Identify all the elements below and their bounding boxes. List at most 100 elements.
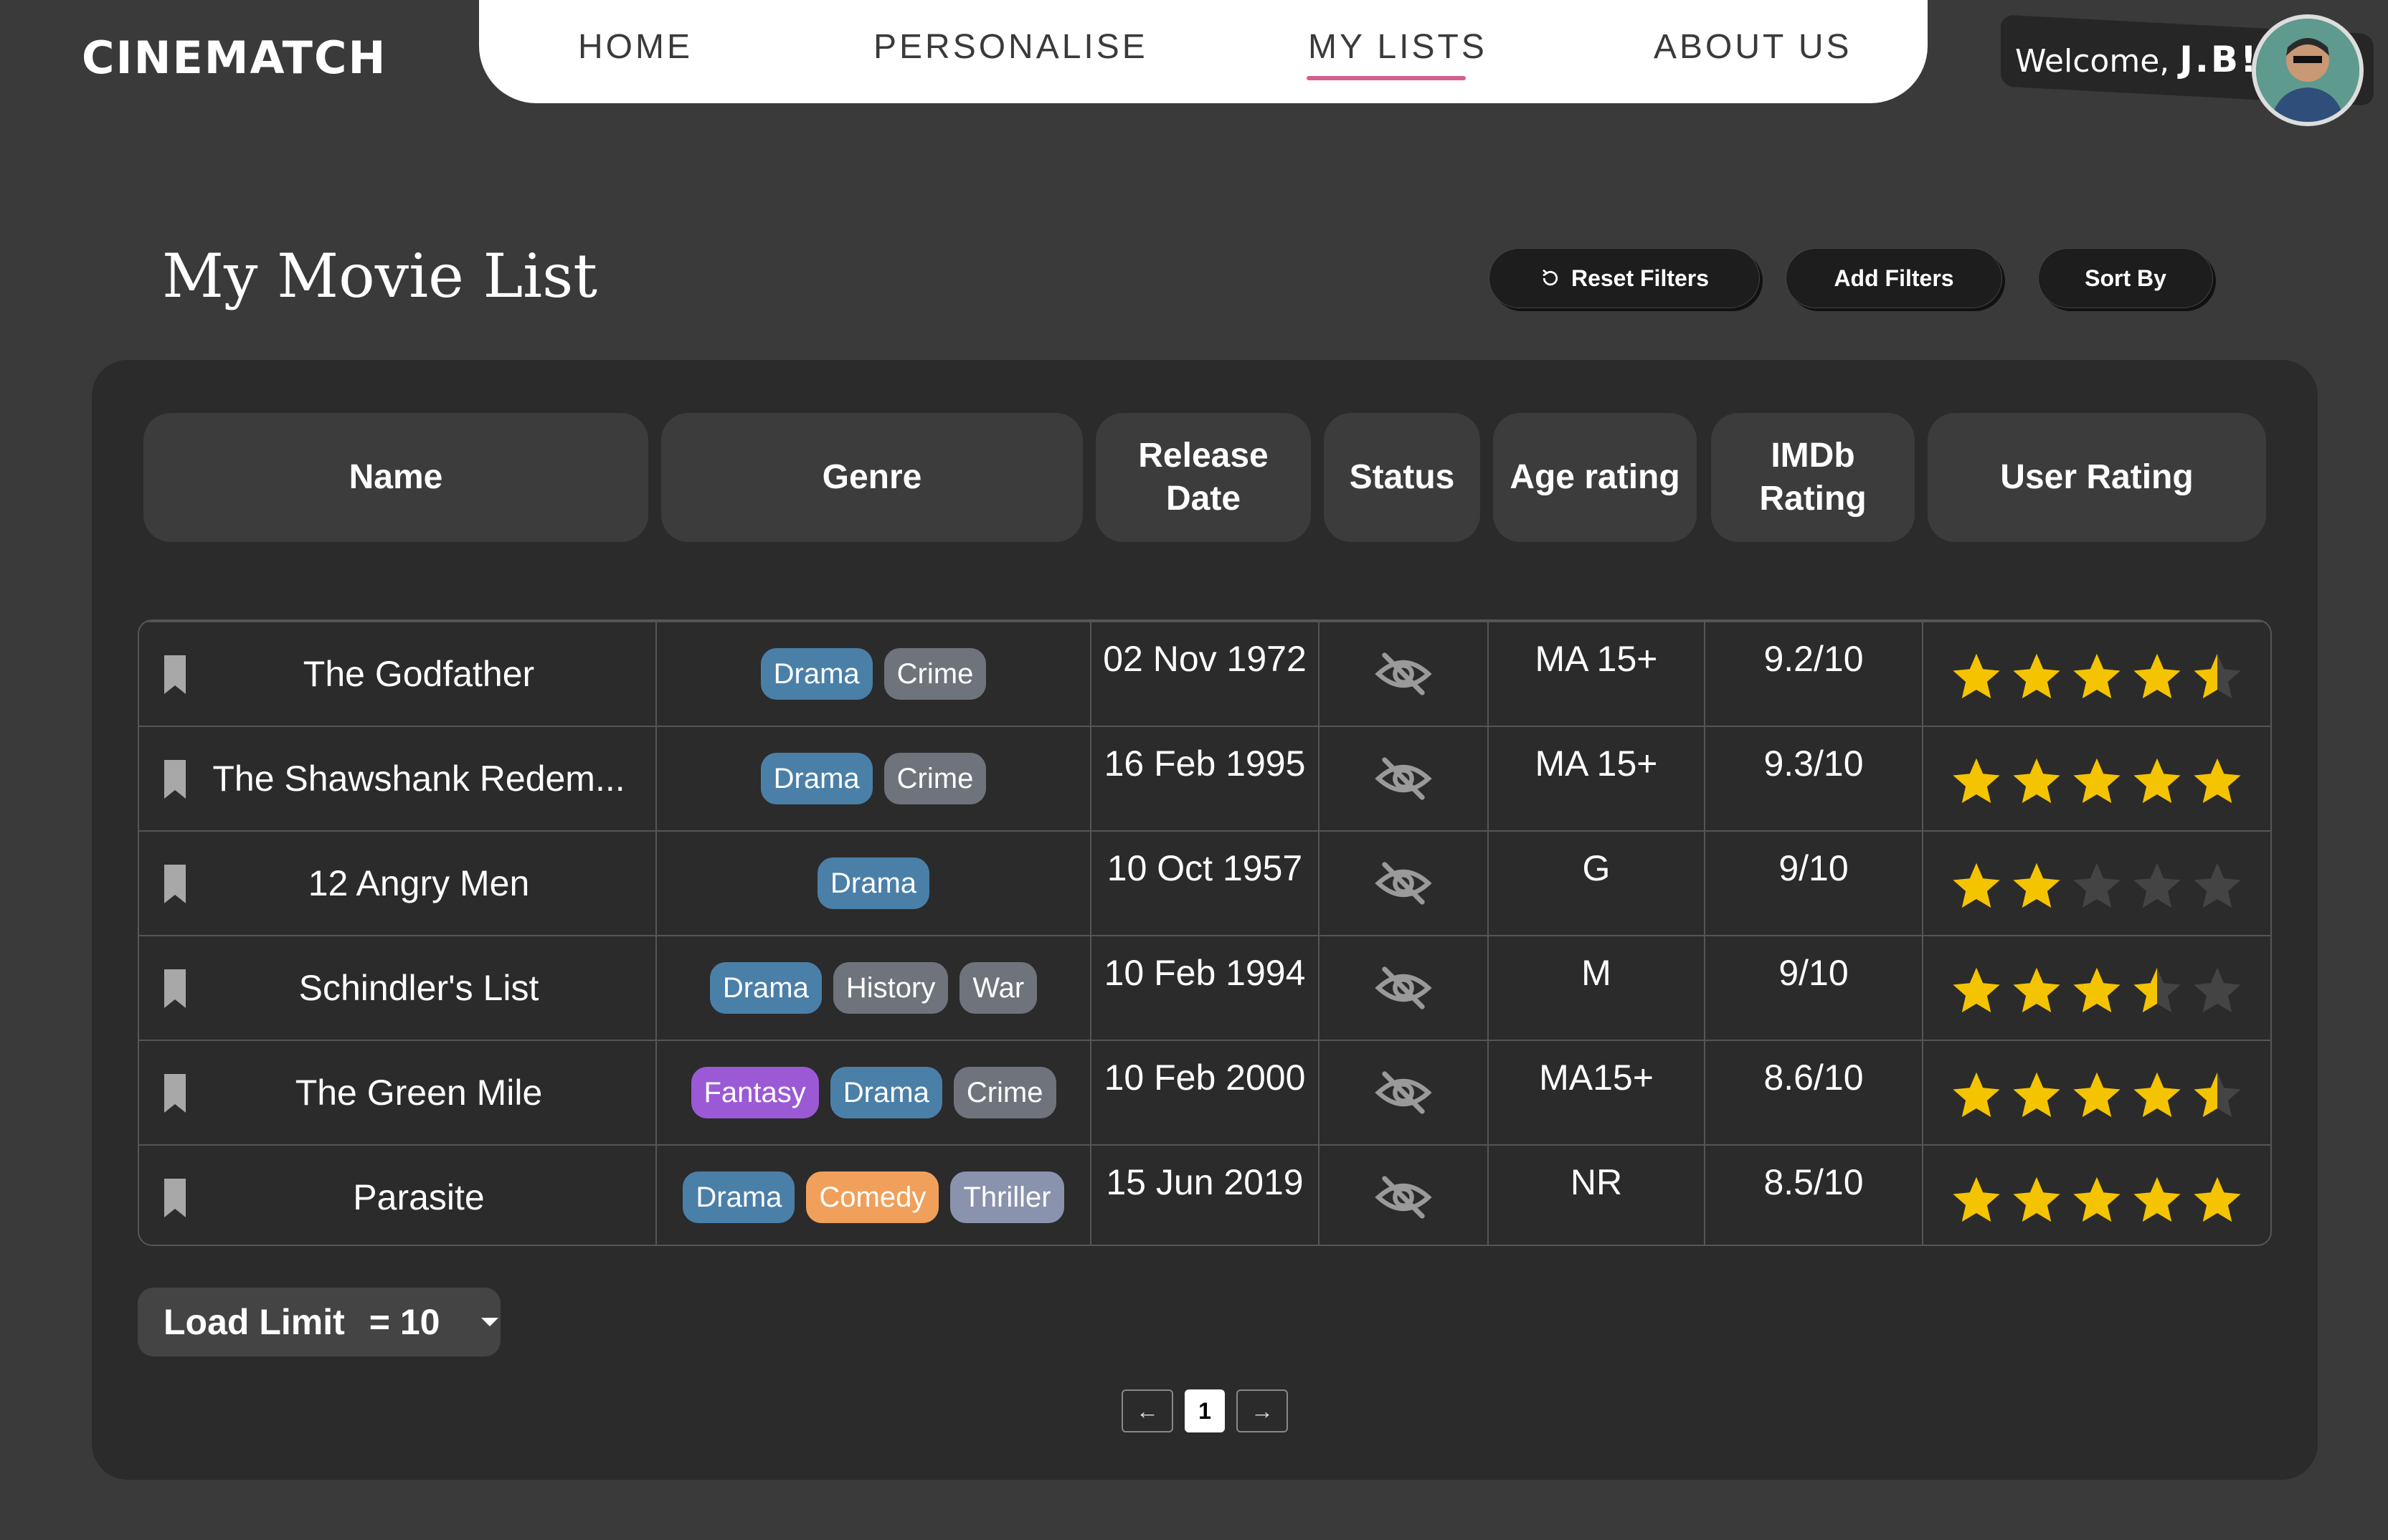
- genre-tag[interactable]: Drama: [709, 962, 822, 1014]
- column-header-name[interactable]: Name: [143, 413, 648, 542]
- star-icon[interactable]: [2130, 650, 2184, 704]
- star-icon[interactable]: [2190, 1173, 2245, 1227]
- nav-home[interactable]: HOME: [578, 27, 693, 67]
- star-icon[interactable]: [1949, 754, 2004, 809]
- movie-name[interactable]: The Shawshank Redem...: [169, 758, 625, 799]
- star-icon[interactable]: [2009, 1068, 2064, 1123]
- bookmark-icon[interactable]: [162, 1074, 188, 1113]
- star-icon[interactable]: [2009, 1173, 2064, 1227]
- star-icon[interactable]: [1949, 964, 2004, 1018]
- nav-about-us[interactable]: ABOUT US: [1654, 27, 1852, 67]
- table-row[interactable]: The Shawshank Redem... Drama Crime 16 Feb 1…: [139, 726, 2270, 830]
- load-limit-dropdown[interactable]: Load Limit = 10: [138, 1288, 501, 1356]
- star-icon[interactable]: [2130, 859, 2184, 913]
- cell-stars: [1923, 1146, 2270, 1245]
- star-icon[interactable]: [1949, 1068, 2004, 1123]
- genre-tag[interactable]: Thriller: [950, 1171, 1064, 1223]
- star-icon[interactable]: [2070, 1068, 2124, 1123]
- star-icon[interactable]: [2190, 754, 2245, 809]
- bookmark-icon[interactable]: [162, 760, 188, 799]
- genre-tag[interactable]: War: [960, 962, 1038, 1014]
- column-header-genre[interactable]: Genre: [661, 413, 1083, 542]
- star-icon[interactable]: [2130, 754, 2184, 809]
- star-icon[interactable]: [2009, 754, 2064, 809]
- load-limit-value: = 10: [369, 1302, 440, 1342]
- bookmark-icon[interactable]: [162, 969, 188, 1008]
- reset-icon: [1543, 269, 1558, 286]
- column-header-release-date[interactable]: Release Date: [1096, 413, 1311, 542]
- genre-tag[interactable]: Crime: [953, 1067, 1056, 1118]
- eye-off-icon[interactable]: [1373, 651, 1434, 697]
- add-filters-button[interactable]: Add Filters: [1786, 248, 2002, 308]
- star-icon[interactable]: [2009, 650, 2064, 704]
- avatar[interactable]: [2252, 14, 2364, 126]
- bookmark-icon[interactable]: [162, 655, 188, 694]
- cell-date: 10 Feb 1994: [1091, 936, 1318, 1040]
- pagination-prev-button[interactable]: ←: [1122, 1389, 1173, 1432]
- eye-off-icon[interactable]: [1373, 965, 1434, 1011]
- sort-by-button[interactable]: Sort By: [2038, 248, 2213, 308]
- star-icon[interactable]: [2190, 964, 2245, 1018]
- star-icon[interactable]: [1949, 859, 2004, 913]
- column-header-status[interactable]: Status: [1324, 413, 1480, 542]
- movie-name[interactable]: Parasite: [310, 1177, 484, 1218]
- genre-tag[interactable]: Drama: [760, 753, 873, 804]
- movie-name[interactable]: 12 Angry Men: [265, 862, 530, 904]
- cell-age: MA15+: [1489, 1041, 1704, 1144]
- star-icon[interactable]: [2190, 650, 2245, 704]
- movie-name[interactable]: The Green Mile: [252, 1072, 543, 1113]
- table-row[interactable]: 12 Angry Men Drama 10 Oct 1957 G 9/10: [139, 830, 2270, 935]
- nav-my-lists[interactable]: MY LISTS: [1308, 27, 1487, 67]
- movie-name[interactable]: The Godfather: [260, 653, 534, 695]
- imdb-rating: 9/10: [1778, 953, 1849, 993]
- nav-personalise[interactable]: PERSONALISE: [873, 27, 1148, 67]
- star-icon[interactable]: [2070, 859, 2124, 913]
- bookmark-icon[interactable]: [162, 1179, 188, 1217]
- table-row[interactable]: Parasite Drama Comedy Thriller 15 Jun 2019 NR…: [139, 1144, 2270, 1245]
- star-icon[interactable]: [2190, 859, 2245, 913]
- genre-tag[interactable]: Drama: [817, 857, 930, 909]
- star-icon[interactable]: [1949, 650, 2004, 704]
- star-icon[interactable]: [2130, 1068, 2184, 1123]
- column-header-age-rating[interactable]: Age rating: [1493, 413, 1697, 542]
- star-icon[interactable]: [2009, 964, 2064, 1018]
- column-header-imdb-rating[interactable]: IMDb Rating: [1711, 413, 1915, 542]
- genre-tag[interactable]: Fantasy: [691, 1067, 819, 1118]
- release-date: 10 Feb 2000: [1104, 1057, 1306, 1098]
- genre-tag[interactable]: Comedy: [806, 1171, 939, 1223]
- star-icon[interactable]: [2070, 650, 2124, 704]
- star-icon[interactable]: [2130, 964, 2184, 1018]
- pagination-next-button[interactable]: →: [1236, 1389, 1288, 1432]
- genre-tag[interactable]: Drama: [760, 648, 873, 700]
- cell-name: The Shawshank Redem...: [139, 727, 655, 830]
- reset-filters-button[interactable]: Reset Filters: [1489, 248, 1760, 308]
- table-row[interactable]: Schindler's List Drama History War 10 Feb 19…: [139, 935, 2270, 1040]
- genre-tag[interactable]: Drama: [683, 1171, 795, 1223]
- chevron-down-icon: [481, 1318, 499, 1326]
- eye-off-icon[interactable]: [1373, 1070, 1434, 1116]
- genre-tag[interactable]: Crime: [883, 648, 987, 700]
- star-icon[interactable]: [2009, 859, 2064, 913]
- bookmark-icon[interactable]: [162, 865, 188, 903]
- movie-name[interactable]: Schindler's List: [256, 967, 539, 1009]
- eye-off-icon[interactable]: [1373, 860, 1434, 906]
- star-icon[interactable]: [2070, 754, 2124, 809]
- star-icon[interactable]: [2070, 1173, 2124, 1227]
- cell-stars: [1923, 832, 2270, 935]
- genre-tag[interactable]: History: [833, 962, 949, 1014]
- genre-tag[interactable]: Crime: [883, 753, 987, 804]
- column-header-user-rating[interactable]: User Rating: [1928, 413, 2266, 542]
- pagination-page-1[interactable]: 1: [1185, 1389, 1225, 1432]
- star-icon[interactable]: [2130, 1173, 2184, 1227]
- star-icon[interactable]: [2070, 964, 2124, 1018]
- brand-logo[interactable]: CINEMATCH: [82, 32, 387, 84]
- eye-off-icon[interactable]: [1373, 1174, 1434, 1220]
- table-row[interactable]: The Green Mile Fantasy Drama Crime 10 Feb 20…: [139, 1040, 2270, 1144]
- table-row[interactable]: The Godfather Drama Crime 02 Nov 1972 MA 15+…: [139, 621, 2270, 726]
- genre-tag[interactable]: Drama: [830, 1067, 942, 1118]
- star-icon[interactable]: [1949, 1173, 2004, 1227]
- star-icon[interactable]: [2190, 1068, 2245, 1123]
- active-nav-underline: [1307, 76, 1466, 80]
- eye-off-icon[interactable]: [1373, 756, 1434, 802]
- cell-imdb: 9.2/10: [1705, 622, 1922, 726]
